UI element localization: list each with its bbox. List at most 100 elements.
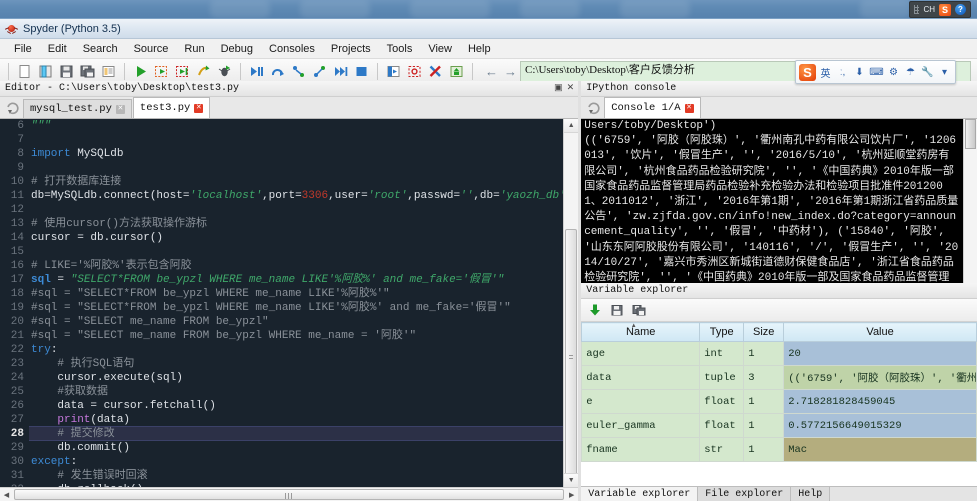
cell-name[interactable]: euler_gamma	[581, 413, 701, 438]
table-row[interactable]: fname str 1 Mac	[581, 437, 977, 462]
save-session-icon[interactable]	[98, 61, 119, 81]
table-row[interactable]: e float 1 2.718281828459045	[581, 389, 977, 414]
scroll-right-icon[interactable]: ▶	[565, 491, 578, 499]
bottom-tab-variable-explorer[interactable]: Variable explorer	[581, 487, 699, 501]
code-line[interactable]: 6 """	[0, 119, 564, 133]
scroll-up-icon[interactable]: ▲	[564, 119, 579, 133]
bottom-tab-help[interactable]: Help	[791, 487, 831, 501]
close-pane-icon[interactable]: ✕	[567, 83, 575, 94]
line-source[interactable]: db.commit()	[29, 441, 564, 455]
line-source[interactable]	[29, 203, 564, 217]
wrench-icon[interactable]: 🔧	[920, 64, 935, 81]
menu-projects[interactable]: Projects	[323, 41, 379, 57]
console-vscroll-thumb[interactable]	[964, 119, 976, 149]
editor-horizontal-scrollbar[interactable]: ◀ ▶	[0, 487, 579, 501]
open-file-icon[interactable]	[35, 61, 56, 81]
menu-run[interactable]: Run	[176, 41, 212, 57]
line-source[interactable]: data = cursor.fetchall()	[29, 399, 564, 413]
column-header-value[interactable]: Value	[783, 322, 977, 342]
bottom-tab-file-explorer[interactable]: File explorer	[698, 487, 792, 501]
cell-size[interactable]: 1	[743, 389, 785, 414]
line-source[interactable]: sql = "SELECT*FROM be_ypzl WHERE me_name…	[29, 273, 564, 287]
cell-size[interactable]: 3	[743, 365, 785, 390]
debug-file-icon[interactable]	[214, 61, 235, 81]
debug-step-into-icon[interactable]	[288, 61, 309, 81]
line-source[interactable]: except:	[29, 455, 564, 469]
code-line[interactable]: 24 cursor.execute(sql)	[0, 371, 564, 385]
save-data-icon[interactable]	[607, 301, 626, 319]
code-line[interactable]: 14 cursor = db.cursor()	[0, 231, 564, 245]
menu-source[interactable]: Source	[126, 41, 177, 57]
cell-type[interactable]: int	[699, 341, 745, 366]
cell-type[interactable]: tuple	[699, 365, 745, 390]
pythonpath-icon[interactable]	[404, 61, 425, 81]
code-line[interactable]: 26 data = cursor.fetchall()	[0, 399, 564, 413]
cell-type[interactable]: float	[699, 413, 745, 438]
line-source[interactable]: #sql = "SELECT me_name FROM be_ypzl WHER…	[29, 329, 564, 343]
code-line[interactable]: 25 #获取数据	[0, 385, 564, 399]
line-source[interactable]: #获取数据	[29, 385, 564, 399]
chevron-down-icon[interactable]: ▾	[937, 64, 952, 81]
line-source[interactable]: try:	[29, 343, 564, 357]
code-line[interactable]: 15	[0, 245, 564, 259]
scroll-left-icon[interactable]: ◀	[0, 491, 13, 499]
undock-icon[interactable]: ▣	[554, 83, 563, 94]
cell-value[interactable]: 0.5772156649015329	[783, 413, 977, 438]
console-tab-1a[interactable]: Console 1/A ✕	[604, 97, 701, 118]
scroll-down-icon[interactable]: ▼	[564, 473, 579, 487]
drag-handle-icon[interactable]	[914, 5, 920, 14]
code-line[interactable]: 7	[0, 133, 564, 147]
line-source[interactable]: # LIKE='%阿胶%'表示包含阿胶	[29, 259, 564, 273]
line-source[interactable]: print(data)	[29, 413, 564, 427]
editor-vertical-scrollbar[interactable]: ▲ ▼	[563, 119, 579, 487]
line-source[interactable]: # 提交修改	[29, 426, 565, 441]
code-line[interactable]: 22 try:	[0, 343, 564, 357]
umbrella-icon[interactable]: ☂	[903, 64, 918, 81]
code-lines[interactable]: 6 """ 7 8 import MySQLdb 9 10 # 打开数据库连接 11 db=MyS…	[0, 119, 565, 487]
menu-edit[interactable]: Edit	[40, 41, 75, 57]
line-source[interactable]	[29, 133, 564, 147]
cell-value[interactable]: 20	[783, 341, 977, 366]
debug-step-icon[interactable]	[246, 61, 267, 81]
menu-debug[interactable]: Debug	[213, 41, 261, 57]
line-source[interactable]: # 发生错误时回滚	[29, 469, 564, 483]
ime-language-label[interactable]: CH	[923, 5, 935, 14]
menu-consoles[interactable]: Consoles	[261, 41, 323, 57]
cell-type[interactable]: str	[699, 437, 745, 462]
cell-name[interactable]: age	[581, 341, 701, 366]
cell-value[interactable]: (('6759', '阿胶（阿胶珠）', '衢州南孔中药有限公司饮	[783, 365, 977, 390]
line-source[interactable]: cursor.execute(sql)	[29, 371, 564, 385]
cell-size[interactable]: 1	[743, 413, 785, 438]
help-icon[interactable]: ?	[955, 4, 966, 15]
debug-step-over-icon[interactable]	[267, 61, 288, 81]
close-tab-icon[interactable]: ✕	[115, 104, 125, 114]
line-source[interactable]: # 打开数据库连接	[29, 175, 564, 189]
browse-tabs-icon[interactable]	[4, 100, 21, 117]
run-cell-icon[interactable]	[151, 61, 172, 81]
cell-size[interactable]: 1	[743, 437, 785, 462]
forward-button[interactable]: →	[501, 62, 520, 81]
import-data-icon[interactable]	[585, 301, 604, 319]
run-file-icon[interactable]	[130, 61, 151, 81]
line-source[interactable]: #sql = "SELECT me_name FROM be_ypzl"	[29, 315, 564, 329]
variable-explorer-table-wrap[interactable]: ▲ Name Type Size Value age int 1 20 data tupl…	[581, 322, 977, 486]
code-line[interactable]: 8 import MySQLdb	[0, 147, 564, 161]
sogou-logo-icon[interactable]: S	[799, 63, 816, 81]
table-row[interactable]: age int 1 20	[581, 341, 977, 366]
ime-tray-floating-bar[interactable]: CH S ?	[909, 1, 971, 18]
editor-hscroll-thumb[interactable]	[14, 489, 565, 500]
code-line[interactable]: 18 #sql = "SELECT*FROM be_ypzl WHERE me_n…	[0, 287, 564, 301]
table-row[interactable]: datatuple3(('6759', '阿胶（阿胶珠）', '衢州南孔中药有限…	[581, 365, 977, 390]
code-line[interactable]: 20 #sql = "SELECT me_name FROM be_ypzl"	[0, 315, 564, 329]
editor-vscroll-thumb[interactable]	[565, 229, 578, 486]
line-source[interactable]: """	[29, 119, 564, 133]
save-file-icon[interactable]	[56, 61, 77, 81]
line-source[interactable]: db=MySQLdb.connect(host='localhost',port…	[29, 189, 564, 203]
debug-step-return-icon[interactable]	[309, 61, 330, 81]
code-line[interactable]: 9	[0, 161, 564, 175]
code-line[interactable]: 10 # 打开数据库连接	[0, 175, 564, 189]
menu-search[interactable]: Search	[75, 41, 126, 57]
code-line[interactable]: 21 #sql = "SELECT me_name FROM be_ypzl WH…	[0, 329, 564, 343]
code-line[interactable]: 17 sql = "SELECT*FROM be_ypzl WHERE me_na…	[0, 273, 564, 287]
maximize-pane-icon[interactable]	[446, 61, 467, 81]
